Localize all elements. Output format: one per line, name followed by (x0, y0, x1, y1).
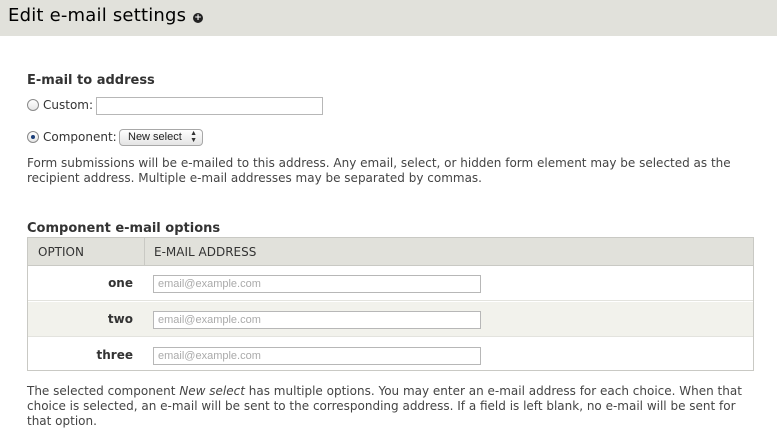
page-header: Edit e-mail settings + (0, 0, 777, 36)
component-radio-label: Component: (43, 130, 117, 144)
component-options-section-label: Component e-mail options (27, 221, 221, 236)
component-radio[interactable] (27, 131, 39, 143)
component-options-help-text: The selected component New select has mu… (27, 384, 757, 429)
table-row: two (28, 302, 753, 337)
option-email-input[interactable] (153, 311, 481, 329)
row-option-label: three (96, 348, 133, 362)
page-title: Edit e-mail settings (8, 5, 187, 26)
component-options-table: Option E-mail address one two three (27, 237, 754, 371)
column-header-email: E-mail address (154, 245, 257, 259)
add-circle-icon[interactable]: + (193, 13, 203, 23)
column-header-option: Option (38, 245, 84, 259)
custom-radio[interactable] (27, 99, 39, 111)
option-email-input[interactable] (153, 275, 481, 293)
email-to-description: Form submissions will be e-mailed to thi… (27, 156, 731, 185)
table-row: three (28, 338, 753, 373)
table-row: one (28, 266, 753, 301)
row-option-label: one (108, 276, 133, 290)
option-email-input[interactable] (153, 347, 481, 365)
component-select[interactable]: New select ▲ ▼ (119, 129, 203, 146)
custom-radio-label: Custom: (43, 98, 94, 112)
column-divider (144, 238, 145, 266)
row-option-label: two (107, 312, 133, 326)
email-to-section-label: E-mail to address (27, 73, 155, 88)
help-text-component-name: New select (179, 384, 245, 398)
table-header: Option E-mail address (28, 238, 753, 266)
select-arrows-icon: ▲ ▼ (190, 130, 197, 144)
help-text-prefix: The selected component (27, 384, 180, 398)
custom-email-input[interactable] (96, 97, 323, 115)
component-select-value: New select (128, 131, 182, 143)
